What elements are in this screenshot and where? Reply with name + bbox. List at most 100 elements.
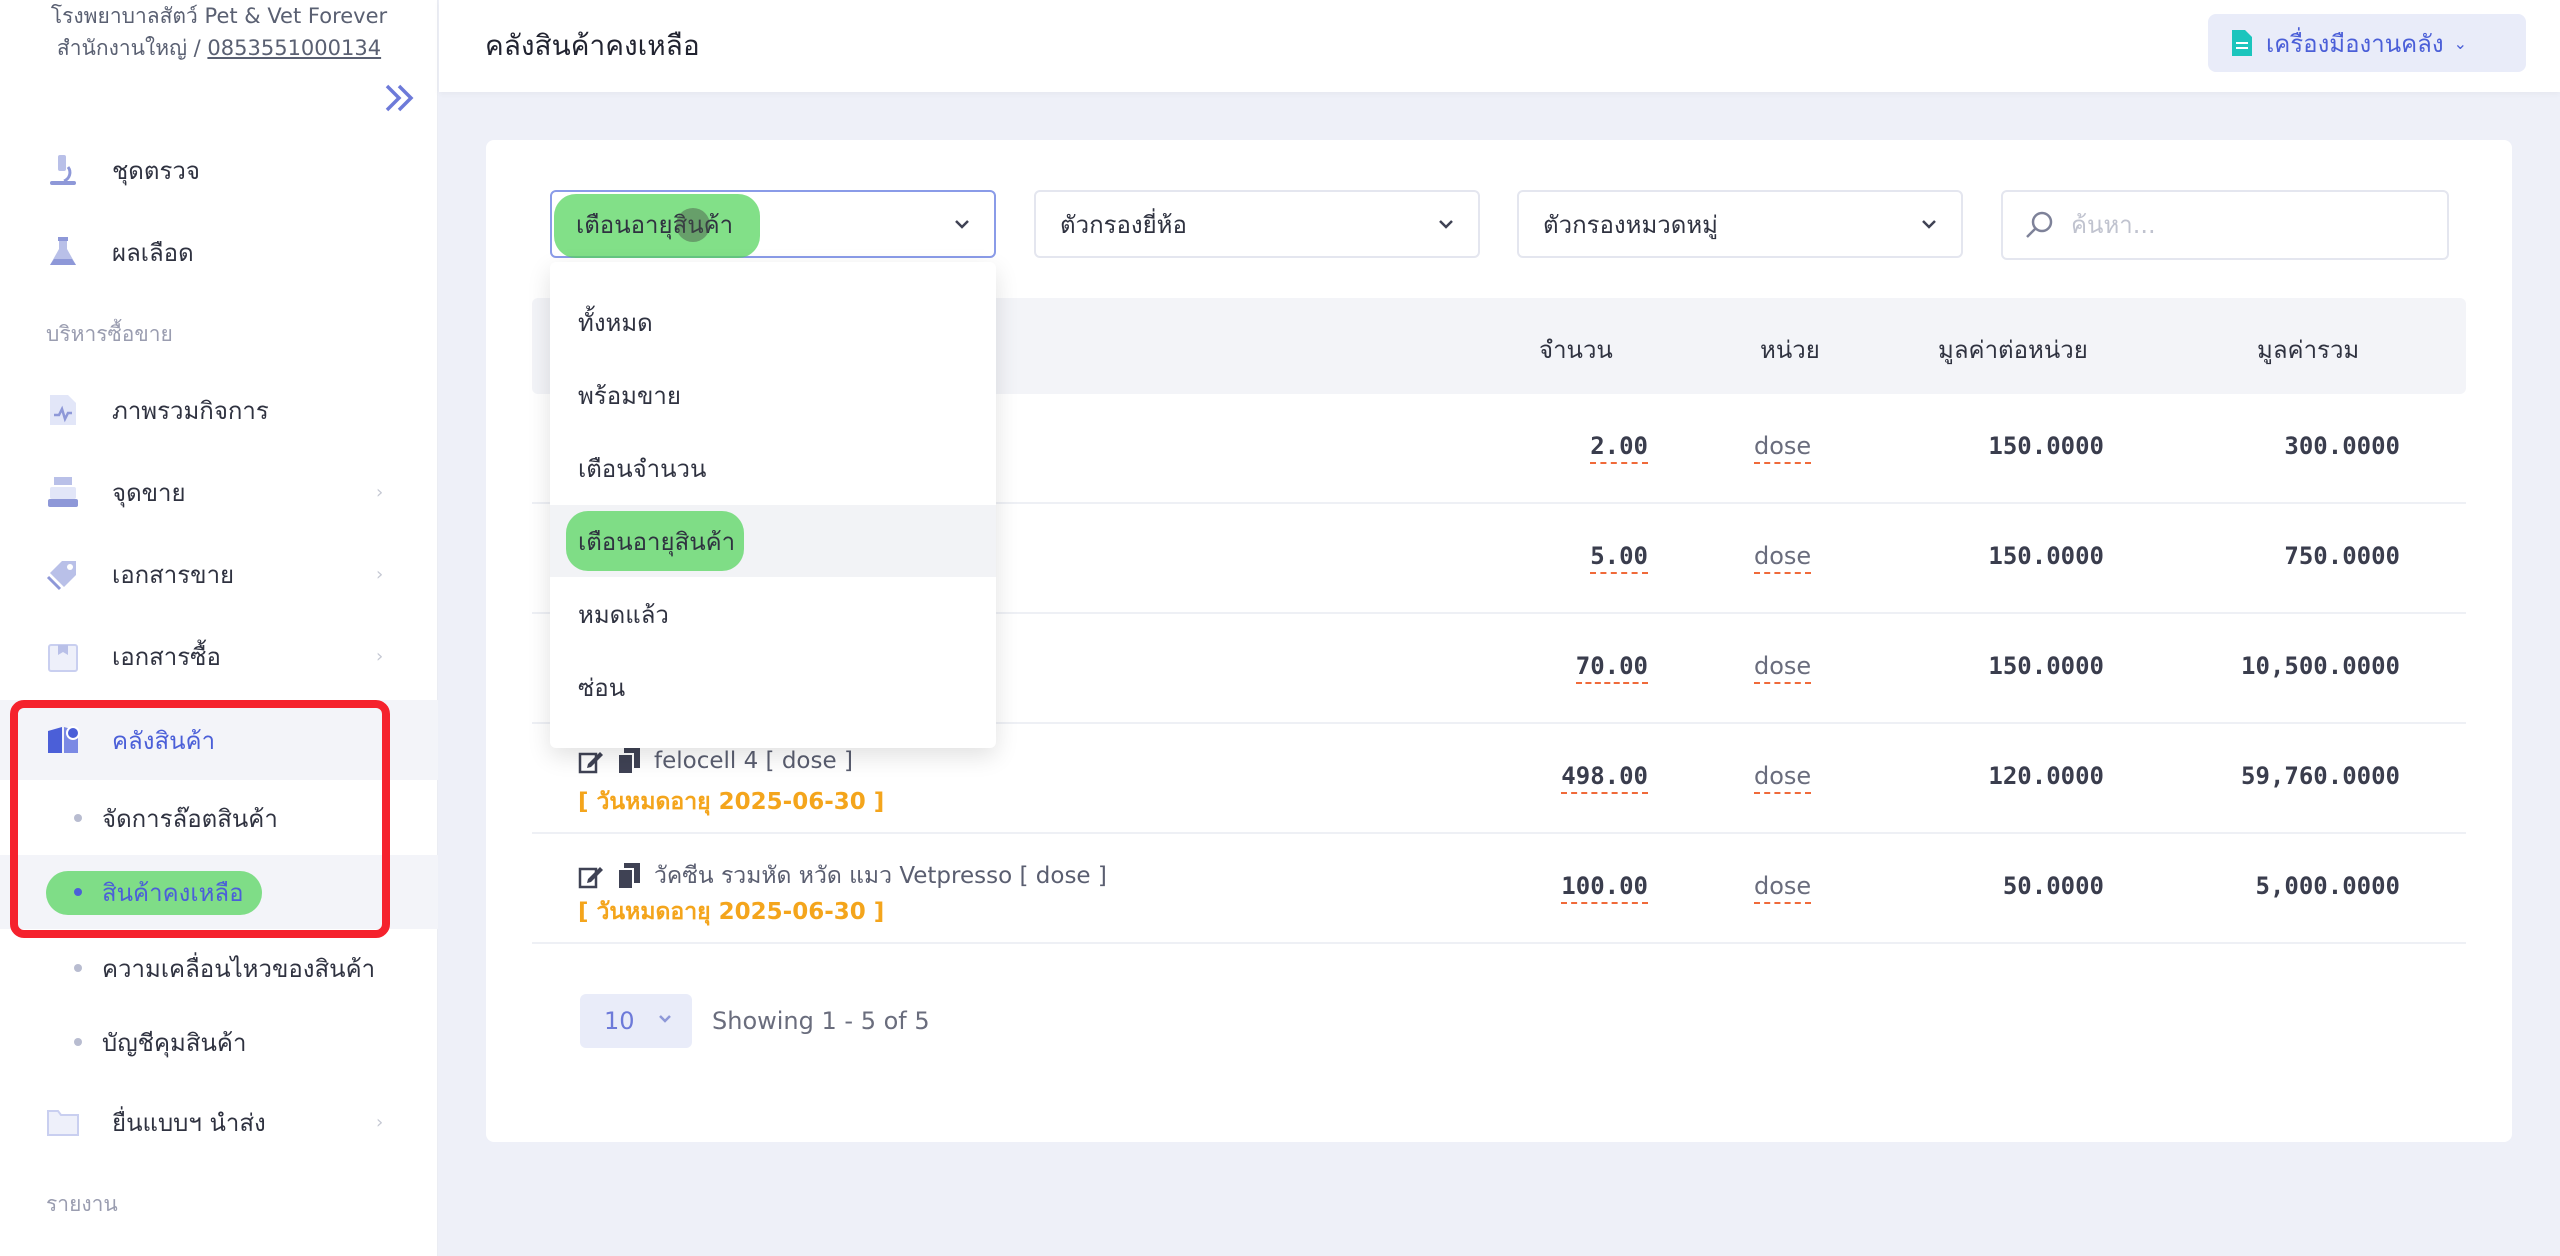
unit-price-value: 120.0000 (1988, 762, 2104, 790)
sidebar-item-label: เอกสารซื้อ (112, 642, 221, 671)
total-value: 59,760.0000 (2241, 762, 2400, 790)
sidebar-item-forms-submission[interactable]: ยื่นแบบฯ นำส่ง › (0, 1082, 438, 1162)
qty-value[interactable]: 100.00 (1561, 872, 1648, 904)
clinic-branch-line: สำนักงานใหญ่ / 0853551000134 (0, 32, 438, 64)
option-quantity-warning[interactable]: เตือนจำนวน (550, 432, 996, 504)
sidebar-item-label: ชุดตรวจ (112, 156, 200, 185)
page-size-value: 10 (604, 1007, 635, 1035)
chevron-down-icon (1439, 220, 1453, 229)
sidebar-item-label: ผลเลือด (112, 238, 194, 267)
column-header-unit-value: มูลค่าต่อหน่วย (1938, 336, 2088, 364)
product-name-cell: วัคซีน รวมหัด หวัด แมว Vetpresso [ dose … (578, 858, 1107, 894)
unit-price-value: 50.0000 (2002, 872, 2104, 900)
copy-icon[interactable] (618, 863, 640, 889)
product-name: วัคซีน รวมหัด หวัด แมว Vetpresso [ dose … (654, 863, 1107, 889)
edit-icon[interactable] (578, 748, 604, 774)
microscope-icon (44, 151, 82, 189)
tag-icon (44, 555, 82, 593)
qty-value[interactable]: 5.00 (1590, 542, 1648, 574)
clinic-info: โรงพยาบาลสัตว์ Pet & Vet Forever สำนักงา… (0, 0, 438, 64)
brand-filter-placeholder: ตัวกรองยี่ห้อ (1060, 210, 1187, 239)
chevron-down-icon (955, 220, 969, 229)
pagination: 10 Showing 1 - 5 of 5 (580, 994, 930, 1048)
chart-file-icon (44, 391, 82, 429)
sidebar-item-sales-documents[interactable]: เอกสารขาย › (0, 534, 438, 614)
unit-value[interactable]: dose (1754, 652, 1812, 684)
clinic-name: โรงพยาบาลสัตว์ Pet & Vet Forever (50, 4, 388, 28)
chevron-down-icon: ⌄ (2453, 33, 2468, 53)
status-filter-select[interactable]: เตือนอายุสินค้า (550, 190, 996, 258)
category-filter-placeholder: ตัวกรองหมวดหมู่ (1543, 210, 1718, 239)
bullet-dot (74, 1038, 82, 1046)
expiry-date: [ วันหมดอายุ 2025-06-30 ] (578, 789, 885, 815)
cash-register-icon (44, 473, 82, 511)
chevron-right-icon: › (376, 1111, 384, 1133)
clinic-branch: สำนักงานใหญ่ / (56, 36, 201, 60)
sidebar-item-label: ยื่นแบบฯ นำส่ง (112, 1108, 266, 1137)
sidebar-item-test-kit[interactable]: ชุดตรวจ (0, 130, 438, 210)
sidebar-subitem-label: ความเคลื่อนไหวของสินค้า (102, 954, 376, 983)
sidebar: โรงพยาบาลสัตว์ Pet & Vet Forever สำนักงา… (0, 0, 438, 1256)
sidebar-item-business-overview[interactable]: ภาพรวมกิจการ (0, 370, 438, 450)
product-name-cell: felocell 4 [ dose ] (578, 748, 853, 774)
search-icon (2026, 211, 2053, 238)
annotation-red-box (10, 700, 390, 938)
sidebar-subitem-stock-ledger[interactable]: บัญชีคุมสินค้า (0, 1005, 438, 1079)
option-hidden[interactable]: ซ่อน (550, 651, 996, 723)
box-icon (44, 637, 82, 675)
table-row: วัคซีน รวมหัด หวัด แมว Vetpresso [ dose … (532, 834, 2466, 944)
folder-icon (44, 1103, 82, 1141)
status-filter-dropdown: ทั้งหมด พร้อมขาย เตือนจำนวน เตือนอายุสิน… (550, 262, 996, 748)
option-label: เตือนจำนวน (578, 454, 707, 483)
column-header-unit: หน่วย (1760, 336, 1820, 364)
unit-value[interactable]: dose (1754, 872, 1812, 904)
search-box[interactable] (2001, 190, 2449, 260)
total-value: 10,500.0000 (2241, 652, 2400, 680)
option-label: หมดแล้ว (578, 600, 669, 629)
page-size-select[interactable]: 10 (580, 994, 692, 1048)
unit-value[interactable]: dose (1754, 432, 1812, 464)
column-header-total: มูลค่ารวม (2257, 336, 2360, 364)
option-out-of-stock[interactable]: หมดแล้ว (550, 578, 996, 650)
sidebar-toggle-button[interactable] (380, 78, 420, 118)
option-ready-for-sale[interactable]: พร้อมขาย (550, 359, 996, 431)
inventory-tools-button[interactable]: เครื่องมืองานคลัง ⌄ (2208, 14, 2526, 72)
chevron-right-icon: › (376, 481, 384, 503)
option-expiry-warning[interactable]: เตือนอายุสินค้า (550, 505, 996, 577)
edit-icon[interactable] (578, 863, 604, 889)
brand-filter-select[interactable]: ตัวกรองยี่ห้อ (1034, 190, 1480, 258)
qty-value[interactable]: 2.00 (1590, 432, 1648, 464)
option-label: เตือนอายุสินค้า (578, 527, 736, 556)
category-filter-select[interactable]: ตัวกรองหมวดหมู่ (1517, 190, 1963, 258)
clinic-phone-link[interactable]: 0853551000134 (207, 36, 381, 60)
option-all[interactable]: ทั้งหมด (550, 286, 996, 358)
unit-value[interactable]: dose (1754, 542, 1812, 574)
total-value: 5,000.0000 (2255, 872, 2401, 900)
cursor-indicator (676, 208, 710, 242)
bullet-dot (74, 964, 82, 972)
sidebar-item-blood-results[interactable]: ผลเลือด (0, 212, 438, 292)
showing-count: Showing 1 - 5 of 5 (712, 1007, 930, 1035)
unit-value[interactable]: dose (1754, 762, 1812, 794)
tools-button-label: เครื่องมืองานคลัง (2266, 29, 2444, 58)
qty-value[interactable]: 498.00 (1561, 762, 1648, 794)
sidebar-item-label: จุดขาย (112, 478, 186, 507)
total-value: 750.0000 (2284, 542, 2400, 570)
sidebar-item-point-of-sale[interactable]: จุดขาย › (0, 452, 438, 532)
column-header-qty: จำนวน (1539, 336, 1613, 364)
sidebar-item-label: เอกสารขาย (112, 560, 235, 589)
chevron-right-icon: › (376, 563, 384, 585)
sidebar-subitem-stock-movement[interactable]: ความเคลื่อนไหวของสินค้า (0, 931, 438, 1005)
chevron-right-icon: › (376, 645, 384, 667)
sidebar-item-purchase-documents[interactable]: เอกสารซื้อ › (0, 616, 438, 696)
qty-value[interactable]: 70.00 (1575, 652, 1648, 684)
unit-price-value: 150.0000 (1988, 652, 2104, 680)
search-input[interactable] (2071, 211, 2431, 239)
topbar: คลังสินค้าคงเหลือ เครื่องมืองานคลัง ⌄ (439, 0, 2560, 92)
option-label: ซ่อน (578, 673, 626, 702)
page-title: คลังสินค้าคงเหลือ (485, 29, 700, 62)
unit-price-value: 150.0000 (1988, 432, 2104, 460)
copy-icon[interactable] (618, 748, 640, 774)
unit-price-value: 150.0000 (1988, 542, 2104, 570)
option-label: ทั้งหมด (578, 308, 653, 337)
